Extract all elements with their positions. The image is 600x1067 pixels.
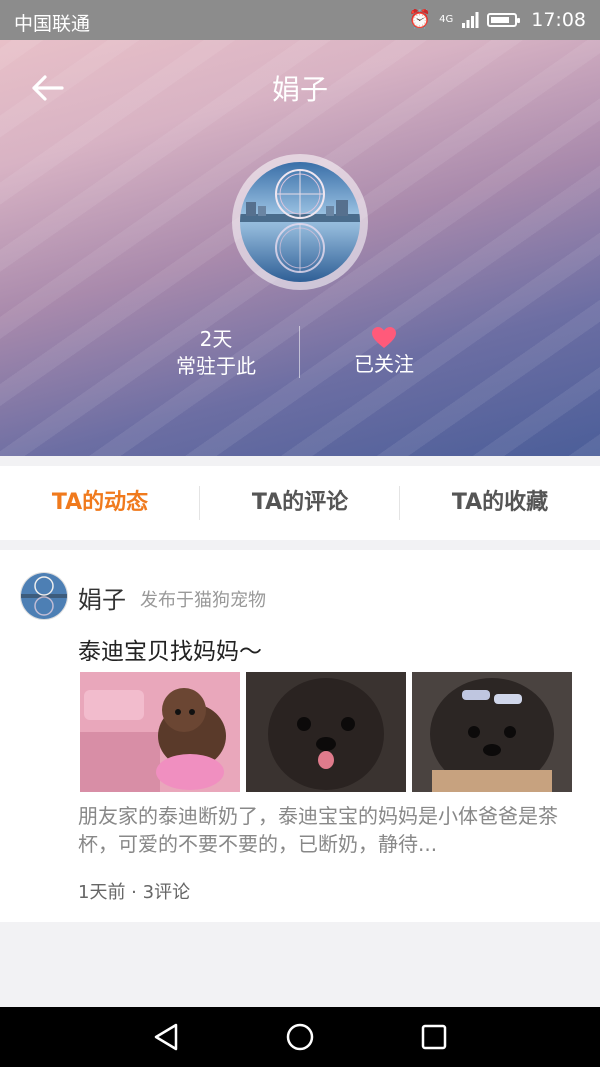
page-title: 娟子 — [271, 73, 328, 106]
post-photo[interactable] — [412, 672, 572, 792]
status-icons: ⏰ 4G 17:08 — [409, 9, 586, 31]
alarm-icon: ⏰ — [408, 9, 432, 30]
tab-favorites[interactable]: TA的收藏 — [400, 466, 600, 540]
post-category: 发布于猫狗宠物 — [140, 590, 266, 611]
post-card[interactable]: 娟子 发布于猫狗宠物 泰迪宝贝找妈妈～ 朋友家的泰迪断奶了，泰迪宝宝的妈妈是小体… — [0, 550, 600, 922]
profile-tabs: TA的动态 TA的评论 TA的收藏 — [0, 466, 600, 540]
post-time-comments: 1天前 · 3评论 — [78, 882, 191, 903]
heart-icon — [372, 327, 396, 348]
status-bar: 中国联通 ⏰ 4G 17:08 — [0, 0, 600, 40]
clock: 17:08 — [531, 9, 586, 31]
system-nav-bar — [0, 1007, 600, 1067]
post-photo[interactable] — [80, 672, 240, 792]
post-author-name[interactable]: 娟子 — [78, 580, 126, 615]
follow-label: 已关注 — [354, 352, 414, 376]
tab-posts[interactable]: TA的动态 — [0, 466, 200, 540]
post-photos — [80, 672, 574, 792]
profile-avatar[interactable] — [232, 154, 368, 290]
avatar-image — [240, 162, 360, 282]
post-excerpt: 朋友家的泰迪断奶了，泰迪宝宝的妈妈是小体爸爸是茶杯，可爱的不要不要的，已断奶，静… — [78, 804, 558, 856]
carrier-name: 中国联通 — [14, 13, 91, 35]
post-photo[interactable] — [246, 672, 406, 792]
post-author-avatar[interactable] — [20, 572, 68, 620]
battery-icon — [487, 13, 521, 27]
signal-icon — [462, 12, 479, 28]
recents-square-icon[interactable] — [416, 1019, 452, 1055]
network-label: 4G — [439, 14, 454, 25]
back-triangle-icon[interactable] — [148, 1019, 184, 1055]
tab-comments[interactable]: TA的评论 — [200, 466, 400, 540]
home-circle-icon[interactable] — [282, 1019, 318, 1055]
follow-status[interactable]: 已关注 — [284, 326, 484, 378]
profile-header: 娟子 2天 常驻于此 已关注 — [0, 40, 600, 456]
post-title[interactable]: 泰迪宝贝找妈妈～ — [78, 632, 262, 666]
